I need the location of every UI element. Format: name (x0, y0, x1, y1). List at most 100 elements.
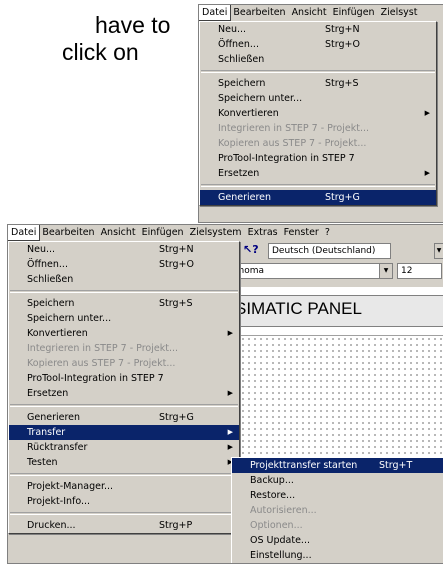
menu-separator (10, 473, 238, 476)
menu-item-label: Generieren (27, 412, 81, 423)
menu-item-label: OS Update... (250, 535, 310, 546)
menu-zielsystem[interactable]: Zielsystem (187, 225, 245, 240)
menu-ansicht-top[interactable]: Ansicht (289, 5, 330, 20)
chevron-down-icon[interactable]: ▼ (434, 243, 443, 259)
menu-item-speichern-unter[interactable]: Speichern unter... (9, 311, 239, 326)
submenu-arrow-icon: ▶ (227, 428, 233, 436)
menu-item-shortcut: Strg+G (159, 412, 194, 423)
menu-item-label: ProTool-Integration in STEP 7 (218, 153, 355, 164)
menu-separator (201, 70, 435, 73)
submenu-arrow-icon: ▶ (227, 329, 233, 337)
menu-extras[interactable]: Extras (245, 225, 281, 240)
menu-item-label: Restore... (250, 490, 296, 501)
menu-separator (10, 290, 238, 293)
menu-bearbeiten[interactable]: Bearbeiten (39, 225, 97, 240)
font-dropdown-icon[interactable]: ▼ (379, 263, 393, 279)
menu-item-shortcut: Strg+S (159, 298, 193, 309)
menu-item-ersetzen[interactable]: Ersetzen ▶ (200, 166, 436, 181)
menu-item-label: Rücktransfer (27, 442, 88, 453)
menubar-main: Datei Bearbeiten Ansicht Einfügen Zielsy… (8, 225, 443, 241)
panel-title: SIMATIC PANEL (235, 299, 362, 318)
menu-item-speichern[interactable]: Speichern Strg+S (9, 296, 239, 311)
menu-item-label: Projekt-Manager... (27, 481, 114, 492)
menu-item-projekt-manager[interactable]: Projekt-Manager... (9, 479, 239, 494)
menu-item-integrieren-in-step-7-projekt: Integrieren in STEP 7 - Projekt... (9, 341, 239, 356)
menu-fenster[interactable]: Fenster (281, 225, 322, 240)
menu-item-rücktransfer[interactable]: Rücktransfer ▶ (9, 440, 239, 455)
menu-item-shortcut: Strg+O (159, 259, 194, 270)
screenshot-transfer: Datei Bearbeiten Ansicht Einfügen Zielsy… (7, 224, 443, 564)
menu-item-restore[interactable]: Restore... (232, 488, 443, 503)
menu-item-os-update[interactable]: OS Update... (232, 533, 443, 548)
menu-item-label: Kopieren aus STEP 7 - Projekt... (27, 358, 176, 369)
doc-text-line2: click on (62, 39, 139, 65)
menu-item-konvertieren[interactable]: Konvertieren ▶ (9, 326, 239, 341)
menu-item-transfer[interactable]: Transfer ▶ (9, 425, 239, 440)
menu-item-testen[interactable]: Testen▶ (9, 455, 239, 470)
menu-item-shortcut: Strg+S (325, 78, 359, 89)
menu-item-schließen[interactable]: Schließen (9, 272, 239, 287)
submenu-arrow-icon: ▶ (227, 443, 233, 451)
menu-item-generieren[interactable]: Generieren Strg+G (9, 410, 239, 425)
context-help-icon[interactable]: ↖? (243, 243, 259, 256)
menu-item-shortcut: Strg+P (159, 520, 193, 531)
menu-item-neu[interactable]: Neu... Strg+N (200, 22, 436, 37)
menu-item-label: Ersetzen (27, 388, 69, 399)
toolbar: ↶ ↷ ↖? Deutsch (Deutschland) ▼ Ŧ Tahoma … (213, 241, 443, 285)
menu-item-label: Konvertieren (27, 328, 88, 339)
file-menu-top: Neu... Strg+N Öffnen... Strg+O Schließen Spei… (199, 21, 437, 206)
menu-ansicht[interactable]: Ansicht (98, 225, 139, 240)
menu-zielsystem-top[interactable]: Zielsyst (378, 5, 421, 20)
menu-item-einstellung[interactable]: Einstellung... (232, 548, 443, 563)
menu-datei[interactable]: Datei (8, 225, 41, 241)
menu-item-label: Transfer (27, 427, 66, 438)
menu-item-backup[interactable]: Backup... (232, 473, 443, 488)
language-select[interactable]: Deutsch (Deutschland) (268, 243, 391, 259)
menu-item-drucken[interactable]: Drucken... Strg+P (9, 518, 239, 533)
menu-item-integrieren-in-step-7-projekt: Integrieren in STEP 7 - Projekt... (200, 121, 436, 136)
submenu-arrow-icon: ▶ (227, 389, 233, 397)
menu-item-label: Ersetzen (218, 168, 260, 179)
menu-item-label: Generieren (218, 192, 272, 203)
menu-item-label: Projekttransfer starten (250, 460, 358, 471)
menu-item-optionen: Optionen... (232, 518, 443, 533)
transfer-submenu: Projekttransfer starten Strg+T Backup... Re… (231, 457, 443, 563)
menu-item-generieren[interactable]: Generieren Strg+G (200, 190, 436, 205)
menu-einfuegen-top[interactable]: Einfügen (330, 5, 378, 20)
screenshot-generate: Datei Bearbeiten Ansicht Einfügen Zielsy… (198, 4, 443, 223)
menu-item-protool-integration-in-step-7[interactable]: ProTool-Integration in STEP 7 (200, 151, 436, 166)
menu-item-label: Schließen (218, 54, 265, 65)
menu-item-konvertieren[interactable]: Konvertieren ▶ (200, 106, 436, 121)
menu-item-neu[interactable]: Neu... Strg+N (9, 242, 239, 257)
menu-item-kopieren-aus-step-7-projekt: Kopieren aus STEP 7 - Projekt... (200, 136, 436, 151)
menu-item-label: Integrieren in STEP 7 - Projekt... (27, 343, 179, 354)
menu-item-label: Integrieren in STEP 7 - Projekt... (218, 123, 370, 134)
menu-help[interactable]: ? (322, 225, 333, 240)
menu-item-shortcut: Strg+N (325, 24, 360, 35)
menu-item-label: Speichern unter... (218, 93, 303, 104)
menu-item-label: ProTool-Integration in STEP 7 (27, 373, 164, 384)
menu-item-label: Einstellung... (250, 550, 312, 561)
submenu-arrow-icon: ▶ (424, 109, 430, 117)
font-select[interactable]: Tahoma (225, 263, 380, 279)
menu-bearbeiten-top[interactable]: Bearbeiten (230, 5, 288, 20)
menu-item-projekt-info[interactable]: Projekt-Info... (9, 494, 239, 509)
menu-item-speichern-unter[interactable]: Speichern unter... (200, 91, 436, 106)
menu-item-öffnen[interactable]: Öffnen... Strg+O (9, 257, 239, 272)
menu-item-kopieren-aus-step-7-projekt: Kopieren aus STEP 7 - Projekt... (9, 356, 239, 371)
menu-item-ersetzen[interactable]: Ersetzen ▶ (9, 386, 239, 401)
menu-einfuegen[interactable]: Einfügen (139, 225, 187, 240)
menu-item-label: Speichern (218, 78, 266, 89)
menu-item-projekttransfer-starten[interactable]: Projekttransfer starten Strg+T (232, 458, 443, 473)
menu-item-label: Neu... (27, 244, 56, 255)
font-size-select[interactable]: 12 (397, 263, 442, 279)
doc-text-line1: have to (95, 12, 171, 38)
menu-item-speichern[interactable]: Speichern Strg+S (200, 76, 436, 91)
menu-item-shortcut: Strg+G (325, 192, 360, 203)
file-menu: Neu... Strg+N Öffnen... Strg+O Schließen Spei… (8, 241, 240, 534)
menu-item-öffnen[interactable]: Öffnen... Strg+O (200, 37, 436, 52)
menu-datei-top[interactable]: Datei (199, 5, 232, 21)
menu-item-label: Kopieren aus STEP 7 - Projekt... (218, 138, 367, 149)
menu-item-protool-integration-in-step-7[interactable]: ProTool-Integration in STEP 7 (9, 371, 239, 386)
menu-item-schließen[interactable]: Schließen (200, 52, 436, 67)
